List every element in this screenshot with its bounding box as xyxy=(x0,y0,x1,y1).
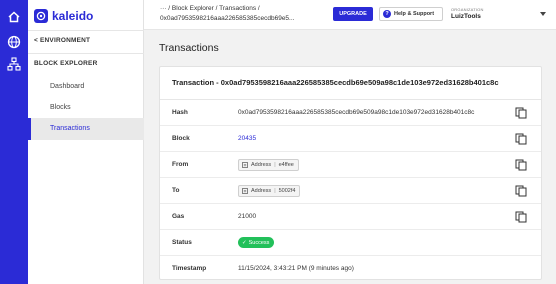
back-to-environment-link[interactable]: < ENVIRONMENT xyxy=(34,37,90,44)
copy-icon[interactable] xyxy=(515,133,527,145)
to-address-label: Address xyxy=(251,188,272,194)
copy-icon[interactable] xyxy=(515,185,527,197)
breadcrumb: ··· / Block Explorer / Transactions / 0x… xyxy=(160,5,294,22)
transaction-title: Transaction - 0x0ad7953598216aaa22658538… xyxy=(172,78,499,87)
network-icon[interactable] xyxy=(6,56,22,72)
breadcrumb-path[interactable]: ··· / Block Explorer / Transactions / xyxy=(160,5,294,12)
check-icon: ✓ xyxy=(242,239,247,246)
from-address-chip[interactable]: Address | e4ffee xyxy=(238,159,299,171)
status-value: Success xyxy=(248,239,270,246)
sidebar-item-dashboard[interactable]: Dashboard xyxy=(28,76,144,98)
sidebar-item-transactions[interactable]: Transactions xyxy=(28,118,144,140)
from-key: From xyxy=(172,161,189,168)
help-support-button[interactable]: ? Help & Support xyxy=(379,7,443,21)
help-support-label: Help & Support xyxy=(394,11,435,17)
copy-icon[interactable] xyxy=(515,159,527,171)
from-address-label: Address xyxy=(251,162,272,168)
block-link[interactable]: 20435 xyxy=(238,135,256,142)
organization-label: ORGANIZATION xyxy=(451,7,484,12)
top-bar: ··· / Block Explorer / Transactions / 0x… xyxy=(144,0,556,30)
breadcrumb-current: 0x0ad7953598216aaa226585385cecdb69e5... xyxy=(160,15,295,22)
timestamp-value: 11/15/2024, 3:43:21 PM (9 minutes ago) xyxy=(238,265,354,272)
chip-separator: | xyxy=(274,162,276,168)
chevron-down-icon[interactable] xyxy=(540,12,546,16)
transaction-card: Transaction - 0x0ad7953598216aaa22658538… xyxy=(159,66,542,280)
hash-value: 0x0ad7953598216aaa226585385cecdb69e509a9… xyxy=(238,109,475,116)
status-row: Status ✓ Success xyxy=(160,230,541,256)
globe-icon[interactable] xyxy=(6,34,22,50)
divider xyxy=(28,30,144,31)
to-key: To xyxy=(172,187,180,194)
address-icon xyxy=(242,188,248,194)
address-icon xyxy=(242,162,248,168)
timestamp-key: Timestamp xyxy=(172,265,207,272)
from-address-value: e4ffee xyxy=(278,162,294,168)
chip-separator: | xyxy=(274,188,276,194)
block-row: Block 20435 xyxy=(160,126,541,152)
timestamp-row: Timestamp 11/15/2024, 3:43:21 PM (9 minu… xyxy=(160,256,541,282)
sidebar-item-blocks[interactable]: Blocks xyxy=(28,97,144,119)
app-rail xyxy=(0,0,28,284)
upgrade-button[interactable]: UPGRADE xyxy=(333,7,373,21)
from-row: From Address | e4ffee xyxy=(160,152,541,178)
home-icon[interactable] xyxy=(6,9,22,25)
section-heading: BLOCK EXPLORER xyxy=(34,60,98,67)
organization-selector[interactable]: LuizTools xyxy=(451,13,481,20)
status-key: Status xyxy=(172,239,192,246)
brand-name: kaleido xyxy=(52,9,94,23)
to-row: To Address | 5002f4 xyxy=(160,178,541,204)
to-address-chip[interactable]: Address | 5002f4 xyxy=(238,185,301,197)
hash-row: Hash 0x0ad7953598216aaa226585385cecdb69e… xyxy=(160,100,541,126)
sidebar: kaleido < ENVIRONMENT BLOCK EXPLORER Das… xyxy=(28,0,144,284)
copy-icon[interactable] xyxy=(515,107,527,119)
divider xyxy=(28,53,144,54)
page-title: Transactions xyxy=(159,42,219,54)
block-key: Block xyxy=(172,135,190,142)
help-icon: ? xyxy=(383,10,391,18)
to-address-value: 5002f4 xyxy=(278,188,296,194)
hash-key: Hash xyxy=(172,109,188,116)
copy-icon[interactable] xyxy=(515,211,527,223)
gas-key: Gas xyxy=(172,213,185,220)
gas-row: Gas 21000 xyxy=(160,204,541,230)
status-badge: ✓ Success xyxy=(238,237,275,248)
kaleido-logo[interactable]: kaleido xyxy=(34,8,93,24)
kaleido-logo-icon xyxy=(34,9,48,23)
gas-value: 21000 xyxy=(238,213,257,220)
